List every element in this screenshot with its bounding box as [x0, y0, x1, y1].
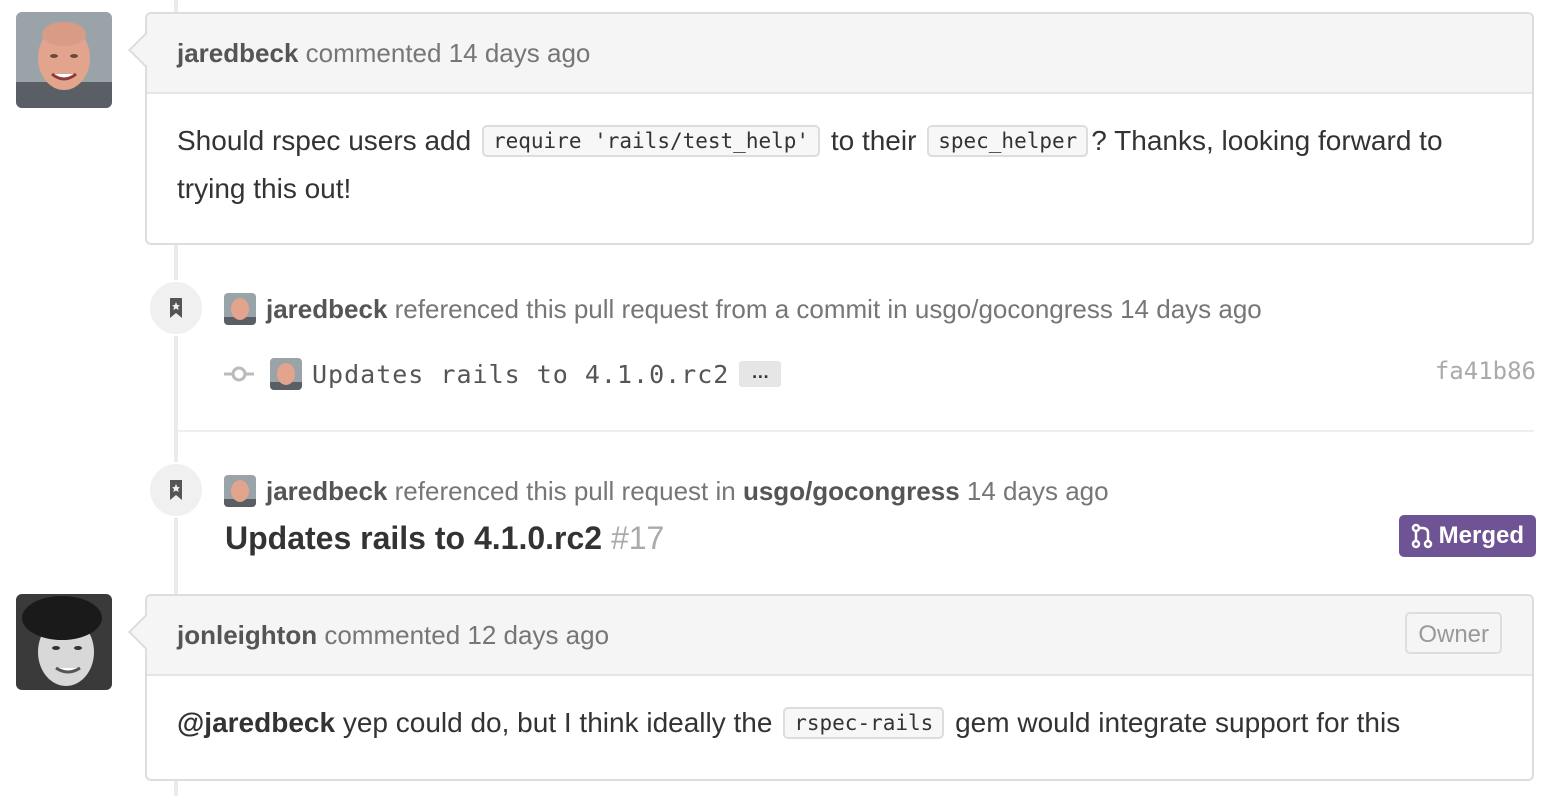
- event-timestamp[interactable]: 14 days ago: [967, 476, 1109, 507]
- comment-author[interactable]: jonleighton: [177, 620, 317, 650]
- inline-code: spec_helper: [927, 125, 1089, 157]
- avatar-jaredbeck-small[interactable]: [224, 475, 256, 507]
- comment-text: gem would integrate support for this: [955, 707, 1401, 738]
- pr-number[interactable]: #17: [611, 520, 664, 556]
- event-text: referenced this pull request in: [394, 475, 736, 506]
- event-author[interactable]: jaredbeck: [266, 476, 387, 507]
- comment-author[interactable]: jaredbeck: [177, 38, 298, 68]
- avatar-jaredbeck[interactable]: [16, 12, 112, 108]
- comment-header: jaredbeck commented 14 days ago: [147, 14, 1532, 94]
- divider: [178, 430, 1534, 432]
- merged-label: Merged: [1438, 522, 1524, 549]
- bookmark-icon: [148, 462, 204, 518]
- comment-box: jonleighton commented 12 days ago Owner …: [128, 594, 1534, 781]
- comment-text: to their: [830, 125, 917, 156]
- comment-text: Should rspec users add: [177, 125, 472, 156]
- comment-header: jonleighton commented 12 days ago Owner: [147, 596, 1532, 676]
- pr-title-link[interactable]: Updates rails to 4.1.0.rc2 #17: [225, 520, 664, 557]
- reference-event: jaredbeck referenced this pull request f…: [224, 291, 1262, 327]
- avatar-jaredbeck-small[interactable]: [224, 293, 256, 325]
- commit-sha[interactable]: fa41b86: [1435, 357, 1536, 385]
- avatar-jaredbeck-small[interactable]: [270, 358, 302, 390]
- inline-code: rspec-rails: [783, 707, 945, 739]
- expand-commit-button[interactable]: …: [739, 361, 782, 387]
- commit-message[interactable]: Updates rails to 4.1.0.rc2: [312, 360, 729, 389]
- git-merge-icon: [1411, 523, 1432, 549]
- avatar-jonleighton[interactable]: [16, 594, 112, 690]
- bookmark-icon: [148, 280, 204, 336]
- git-commit-icon: [224, 366, 254, 382]
- owner-badge: Owner: [1405, 612, 1502, 654]
- comment-text: yep could do, but I think ideally the: [342, 707, 773, 738]
- repo-link[interactable]: usgo/gocongress: [743, 476, 960, 507]
- commit-row: Updates rails to 4.1.0.rc2 …: [224, 355, 782, 393]
- event-author[interactable]: jaredbeck: [266, 294, 387, 325]
- comment-timestamp[interactable]: commented 14 days ago: [306, 38, 591, 68]
- comment-body: Should rspec users add require 'rails/te…: [147, 94, 1532, 212]
- event-text: referenced this pull request from a comm…: [394, 293, 1262, 324]
- comment-timestamp[interactable]: commented 12 days ago: [324, 620, 609, 650]
- comment-body: @jaredbeck yep could do, but I think ide…: [147, 676, 1532, 748]
- comment-box: jaredbeck commented 14 days ago Should r…: [128, 12, 1534, 245]
- inline-code: require 'rails/test_help': [481, 125, 821, 157]
- merged-badge: Merged: [1398, 515, 1536, 557]
- user-mention[interactable]: @jaredbeck: [177, 707, 335, 738]
- reference-event: jaredbeck referenced this pull request i…: [224, 473, 1109, 509]
- pr-title[interactable]: Updates rails to 4.1.0.rc2: [225, 520, 602, 556]
